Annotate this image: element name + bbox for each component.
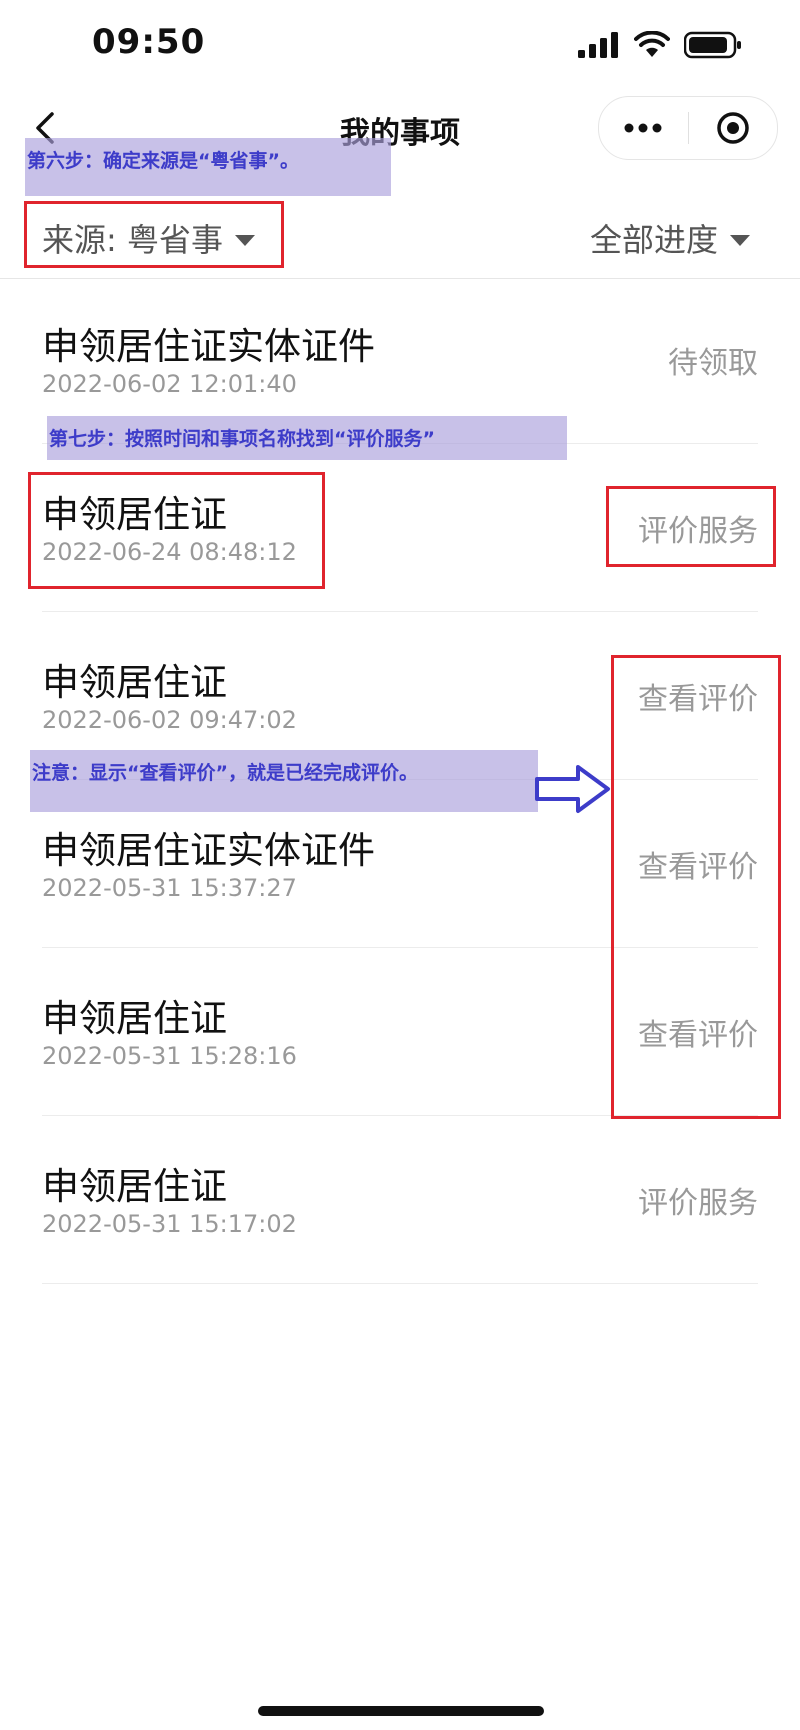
item-date: 2022-06-02 09:47:02 — [42, 706, 297, 734]
item-date: 2022-05-31 15:17:02 — [42, 1210, 297, 1238]
list-item[interactable]: 申领居住证 2022-05-31 15:17:02 评价服务 — [0, 1116, 800, 1284]
status-time: 09:50 — [92, 22, 206, 62]
progress-filter-label: 全部进度 — [589, 221, 718, 259]
close-miniprogram-button[interactable] — [689, 97, 778, 159]
status-icons — [578, 30, 742, 60]
arrow-right-icon — [535, 765, 610, 813]
battery-icon — [684, 31, 741, 59]
miniprogram-capsule — [598, 96, 778, 160]
annotation-highlight-evaluate — [606, 486, 776, 567]
annotation-highlight-item — [28, 472, 325, 589]
annotation-step6: 第六步：确定来源是“粤省事”。 — [25, 138, 391, 196]
item-name: 申领居住证 — [42, 661, 227, 704]
annotation-highlight-reviewed — [611, 655, 781, 1119]
item-date: 2022-05-31 15:28:16 — [42, 1042, 297, 1070]
wifi-icon — [634, 31, 670, 57]
item-name: 申领居住证 — [42, 997, 227, 1040]
row-divider — [42, 1283, 758, 1284]
item-name: 申领居住证实体证件 — [42, 325, 375, 368]
annotation-note: 注意：显示“查看评价”，就是已经完成评价。 — [30, 750, 538, 812]
item-status[interactable]: 评价服务 — [638, 1178, 758, 1222]
more-dots-icon — [624, 123, 662, 133]
progress-filter[interactable]: 全部进度 — [590, 215, 750, 261]
annotation-step7: 第七步：按照时间和事项名称找到“评价服务” — [47, 416, 567, 460]
target-circle-icon — [717, 112, 749, 144]
item-name: 申领居住证实体证件 — [42, 829, 375, 872]
annotation-highlight-source — [24, 201, 284, 268]
item-date: 2022-05-31 15:37:27 — [42, 874, 297, 902]
home-indicator — [258, 1706, 544, 1716]
item-date: 2022-06-02 12:01:40 — [42, 370, 297, 398]
cellular-signal-icon — [578, 32, 618, 58]
item-status[interactable]: 待领取 — [668, 338, 758, 382]
caret-down-icon — [730, 234, 750, 246]
item-name: 申领居住证 — [42, 1165, 227, 1208]
more-button[interactable] — [599, 97, 688, 159]
